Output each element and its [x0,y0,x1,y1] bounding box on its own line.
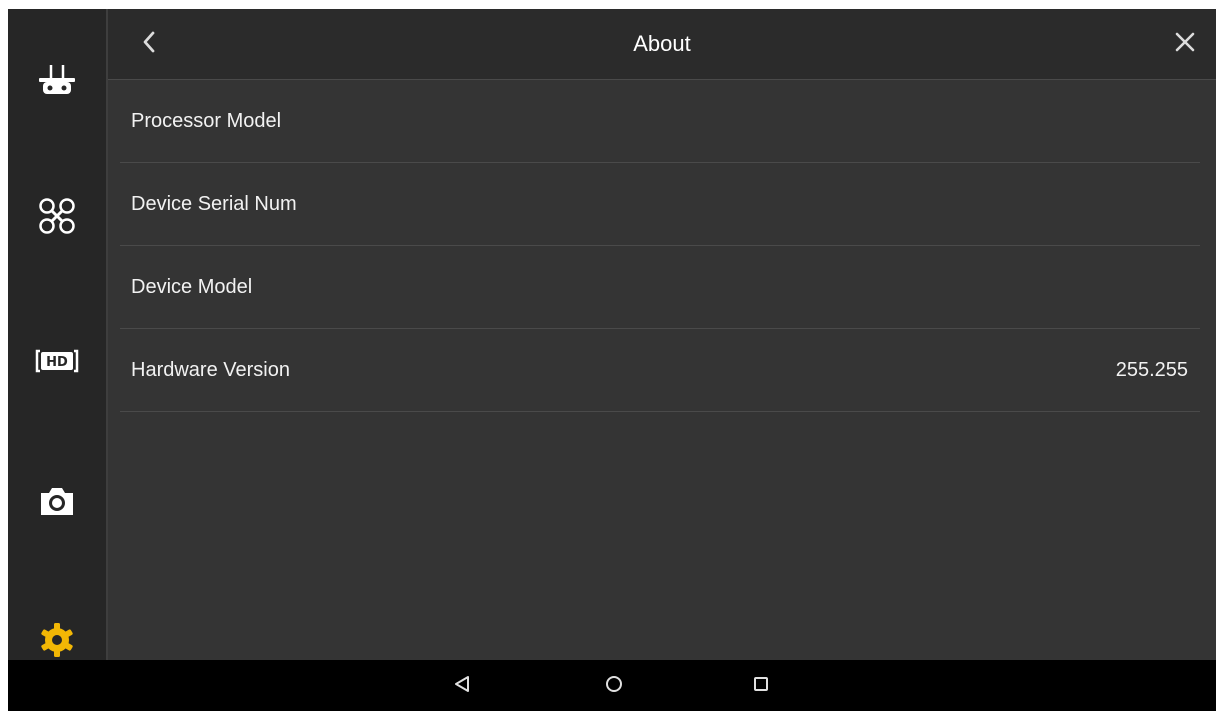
row-label: Device Model [131,275,253,298]
close-button[interactable] [1168,27,1202,61]
sidebar-item-remote-controller[interactable] [8,51,106,111]
gear-icon [39,622,75,658]
panel-header: About [108,9,1216,80]
sidebar-item-aircraft[interactable] [8,186,106,246]
camera-icon [37,483,77,519]
row-label: Hardware Version [131,358,290,381]
info-row-device-serial-num: Device Serial Num [120,163,1200,246]
info-row-device-model: Device Model [120,246,1200,329]
sidebar: HD [8,9,106,660]
row-label: Device Serial Num [131,192,297,215]
nav-back-button[interactable] [444,668,480,704]
remote-controller-icon [37,63,77,99]
about-panel: About Processor Model Device Serial Num [108,9,1216,660]
info-row-hardware-version: Hardware Version 255.255 [120,329,1200,412]
hd-transmission-icon: HD [35,347,79,375]
row-value: 255.255 [1115,358,1188,381]
recents-square-icon [752,675,770,698]
sidebar-item-camera[interactable] [8,471,106,531]
aircraft-icon [37,196,77,236]
info-list: Processor Model Device Serial Num Device… [120,80,1200,412]
back-triangle-icon [453,675,471,698]
nav-recents-button[interactable] [743,668,779,704]
sidebar-item-hd-transmission[interactable]: HD [8,331,106,391]
svg-text:HD: HD [46,355,68,370]
close-icon [1175,32,1195,57]
app-screen: HD About Processor Model Device Serial N… [8,9,1216,711]
page-title: About [633,31,691,56]
row-label: Processor Model [131,109,282,132]
system-nav-bar [8,660,1216,711]
nav-home-button[interactable] [596,668,632,704]
home-circle-icon [605,675,623,698]
info-row-processor-model: Processor Model [120,80,1200,163]
